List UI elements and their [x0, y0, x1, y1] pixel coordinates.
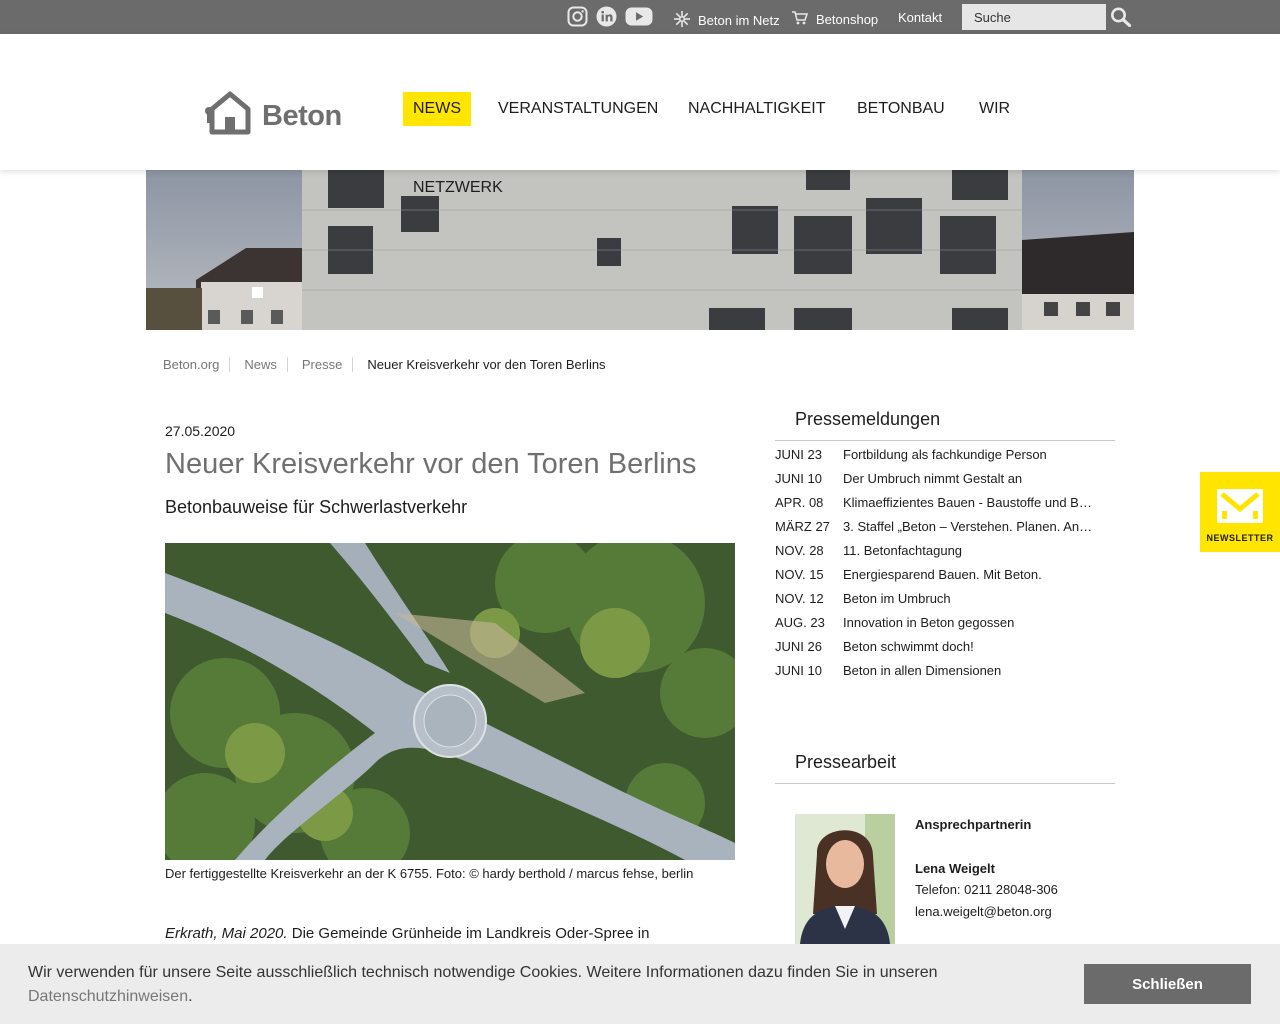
press-title: 11. Betonfachtagung: [843, 542, 963, 558]
breadcrumb-current: Neuer Kreisverkehr vor den Toren Berlins: [367, 357, 606, 372]
press-title: Beton im Umbruch: [843, 590, 951, 606]
newsletter-button[interactable]: NEWSLETTER: [1200, 472, 1280, 552]
betonshop-link[interactable]: Betonshop: [791, 10, 878, 29]
article-lead: Erkrath, Mai 2020. Die Gemeinde Grünheid…: [165, 925, 649, 942]
beton-logo[interactable]: Beton: [204, 89, 342, 144]
press-date: AUG. 23: [775, 614, 825, 630]
press-item[interactable]: NOV. 28 11. Betonfachtagung: [775, 538, 1115, 562]
newsletter-label: NEWSLETTER: [1206, 533, 1274, 543]
breadcrumb-news[interactable]: News: [244, 357, 288, 372]
cookie-suffix: .: [188, 988, 193, 1005]
nav-netzwerk[interactable]: NETZWERK: [413, 179, 503, 197]
nav-wir[interactable]: WIR: [969, 92, 1020, 126]
press-releases-heading: Pressemeldungen: [775, 409, 1115, 441]
press-date: JUNI 23: [775, 446, 822, 462]
press-title: Energiesparend Bauen. Mit Beton.: [843, 566, 1042, 582]
instagram-icon[interactable]: [567, 6, 588, 32]
press-title: 3. Staffel „Beton – Verstehen. Planen. A…: [843, 518, 1093, 534]
search-icon[interactable]: [1110, 7, 1132, 28]
beton-im-netz-label: Beton im Netz: [698, 13, 780, 28]
hero-image: [146, 170, 1134, 330]
contact-name: Lena Weigelt: [915, 861, 995, 876]
press-title: Klimaeffizientes Bauen - Baustoffe und B…: [843, 494, 1092, 510]
press-date: MÄRZ 27: [775, 518, 830, 534]
youtube-icon[interactable]: [625, 6, 653, 32]
press-item[interactable]: JUNI 10 Beton in allen Dimensionen: [775, 658, 1115, 682]
press-date: NOV. 12: [775, 590, 824, 606]
press-item[interactable]: JUNI 23 Fortbildung als fachkundige Perso…: [775, 442, 1115, 466]
press-title: Der Umbruch nimmt Gestalt an: [843, 470, 1023, 486]
article-title: Neuer Kreisverkehr vor den Toren Berlins: [165, 448, 697, 480]
search-input[interactable]: [962, 4, 1106, 30]
press-item[interactable]: APR. 08 Klimaeffizientes Bauen - Baustoff…: [775, 490, 1115, 514]
press-work-heading: Pressearbeit: [775, 752, 1115, 784]
contact-portrait: [795, 814, 895, 944]
top-utility-bar: Beton im Netz Betonshop Kontakt: [0, 0, 1280, 34]
roundabout-photo: [165, 543, 735, 860]
mail-icon: [1217, 489, 1263, 528]
cookie-banner: Wir verwenden für unsere Seite ausschlie…: [0, 944, 1280, 1024]
press-item[interactable]: NOV. 15 Energiesparend Bauen. Mit Beton.: [775, 562, 1115, 586]
press-item[interactable]: JUNI 26 Beton schwimmt doch!: [775, 634, 1115, 658]
logo-text: Beton: [262, 100, 342, 132]
nav-news[interactable]: NEWS: [403, 92, 471, 126]
cookie-text: Wir verwenden für unsere Seite ausschlie…: [28, 961, 988, 1009]
nav-betonbau[interactable]: BETONBAU: [847, 92, 955, 126]
breadcrumb-home[interactable]: Beton.org: [163, 357, 231, 372]
lead-place: Erkrath, Mai 2020.: [165, 925, 288, 942]
nav-nachhaltigkeit[interactable]: NACHHALTIGKEIT: [678, 92, 836, 126]
press-date: NOV. 15: [775, 566, 824, 582]
press-title: Innovation in Beton gegossen: [843, 614, 1015, 630]
network-icon: [673, 10, 691, 31]
press-date: JUNI 10: [775, 662, 822, 678]
press-item[interactable]: JUNI 10 Der Umbruch nimmt Gestalt an: [775, 466, 1115, 490]
press-item[interactable]: MÄRZ 27 3. Staffel „Beton – Verstehen. Pl…: [775, 514, 1115, 538]
beton-im-netz-link[interactable]: Beton im Netz: [673, 10, 780, 31]
cookie-message: Wir verwenden für unsere Seite ausschlie…: [28, 964, 938, 981]
press-title: Beton schwimmt doch!: [843, 638, 974, 654]
linkedin-icon[interactable]: [596, 6, 617, 32]
article-date: 27.05.2020: [165, 423, 236, 439]
image-caption: Der fertiggestellte Kreisverkehr an der …: [165, 866, 694, 881]
press-date: JUNI 26: [775, 638, 822, 654]
contact-phone: Telefon: 0211 28048-306: [915, 882, 1058, 897]
press-date: APR. 08: [775, 494, 824, 510]
press-title: Beton in allen Dimensionen: [843, 662, 1002, 678]
press-date: NOV. 28: [775, 542, 824, 558]
press-date: JUNI 10: [775, 470, 822, 486]
close-cookie-button[interactable]: Schließen: [1084, 964, 1251, 1004]
breadcrumb-presse[interactable]: Presse: [302, 357, 354, 372]
cart-icon: [791, 10, 809, 29]
contact-role: Ansprechpartnerin: [915, 817, 1032, 832]
betonshop-label: Betonshop: [816, 12, 879, 27]
privacy-link[interactable]: Datenschutzhinweisen: [28, 988, 188, 1005]
nav-veranstaltungen[interactable]: VERANSTALTUNGEN: [488, 92, 668, 126]
press-title: Fortbildung als fachkundige Person: [843, 446, 1047, 462]
press-releases-list: JUNI 23 Fortbildung als fachkundige Perso…: [775, 442, 1115, 682]
contact-email-link[interactable]: lena.weigelt@beton.org: [915, 904, 1052, 919]
article-subtitle: Betonbauweise für Schwerlastverkehr: [165, 497, 468, 517]
press-item[interactable]: AUG. 23 Innovation in Beton gegossen: [775, 610, 1115, 634]
press-item[interactable]: NOV. 12 Beton im Umbruch: [775, 586, 1115, 610]
breadcrumb: Beton.org News Presse Neuer Kreisverkehr…: [163, 357, 630, 372]
site-header: Beton NEWS VERANSTALTUNGEN NACHHALTIGKEI…: [0, 34, 1280, 170]
kontakt-link[interactable]: Kontakt: [898, 10, 942, 25]
logo-house-icon: [204, 89, 256, 144]
lead-text: Die Gemeinde Grünheide im Landkreis Oder…: [287, 925, 650, 942]
